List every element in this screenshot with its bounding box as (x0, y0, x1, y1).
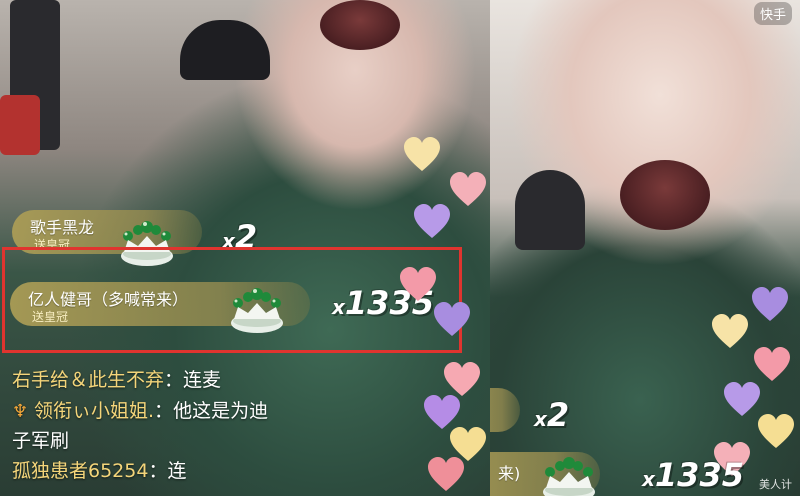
chat-message: ♆ 领衔ぃ小姐姐.：他这是为迪 (12, 396, 268, 427)
app-badge: 快手 (753, 2, 792, 25)
chat-text: 连麦 (183, 369, 222, 391)
left-stream-panel: 歌手黑龙 送皇冠 x2 亿人健哥（多喊常来） 送皇冠 x1335 右手给＆此生不… (0, 0, 490, 496)
chat-message-continuation: 子军刷 (12, 426, 69, 456)
watermark: 美人计 (759, 478, 792, 491)
singer-mouth (620, 160, 710, 230)
singer-mouth (320, 0, 400, 50)
chat-message: 右手给＆此生不弃：连麦 (12, 369, 222, 391)
heart-icon (400, 267, 436, 301)
heart-icon (428, 457, 464, 491)
right-stream-panel: 快手 x2 来) x1335 美人计 (490, 0, 800, 496)
gift-combo-count-right-2: x1335 (642, 456, 744, 494)
gift-combo-count-right-1: x2 (534, 396, 570, 434)
chat-text: 连 (167, 460, 187, 482)
chat-text: 他这是为迪 (173, 400, 269, 422)
heart-icon (752, 287, 788, 321)
trident-badge-icon: ♆ (12, 401, 29, 422)
background-person-center (180, 20, 270, 80)
chat-username[interactable]: 右手给＆此生不弃 (12, 369, 164, 391)
heart-icon (404, 137, 440, 171)
chat-username[interactable]: 孤独患者65254 (12, 460, 148, 482)
heart-icon (712, 314, 748, 348)
heart-icon (758, 414, 794, 448)
heart-icon (450, 172, 486, 206)
crown-icon (543, 457, 595, 496)
background-red-item (0, 95, 40, 155)
chat-text: 子军刷 (12, 430, 70, 452)
chat-message: 孤独患者65254：连 (12, 460, 187, 482)
heart-icon (414, 204, 450, 238)
chat-username[interactable]: 领衔ぃ小姐姐. (34, 400, 154, 422)
gift-sender-name: 歌手黑龙 (30, 218, 95, 237)
gift-sender-fragment: 来) (498, 464, 521, 483)
heart-icon (434, 302, 470, 336)
gift-banner-partial (490, 388, 520, 432)
highlight-box (2, 247, 462, 353)
background-person (515, 170, 585, 250)
heart-icon (754, 347, 790, 381)
